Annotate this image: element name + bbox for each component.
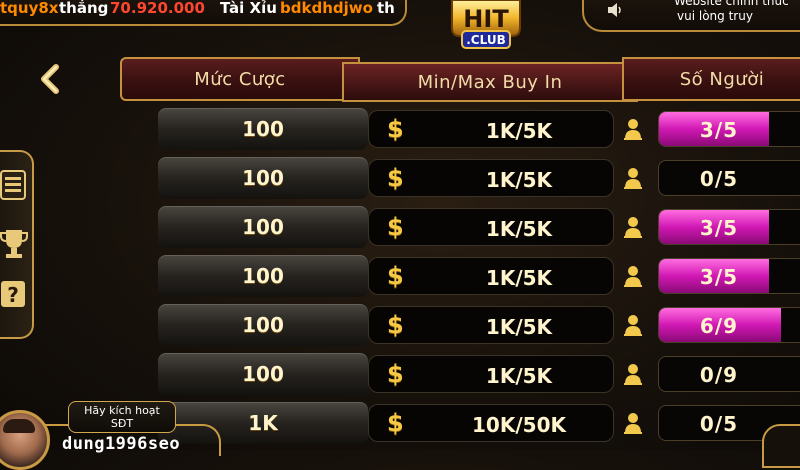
avatar[interactable] — [0, 410, 50, 470]
table-row[interactable]: 100 $ 1K/5K 6/9 — [158, 304, 800, 346]
ticker-trail: th — [377, 0, 395, 17]
players-cell: 0/9 — [658, 356, 800, 392]
header-bet-label: Mức Cược — [194, 68, 286, 90]
bet-level-cell: 100 — [158, 206, 368, 248]
buyin-cell: $ 1K/5K — [368, 159, 614, 197]
activate-line-2: SĐT — [110, 417, 134, 430]
person-icon — [624, 119, 642, 140]
winners-ticker: tquy8x thắng 70.920.000 Tài Xỉu bdkdhdjw… — [0, 0, 407, 26]
bet-level-cell: 100 — [158, 255, 368, 297]
ticker-won-label: thắng — [59, 0, 109, 17]
speaker-icon[interactable] — [606, 2, 624, 18]
header-players: Số Người — [622, 57, 800, 101]
table-row[interactable]: 1K $ 10K/50K 0/5 — [158, 402, 800, 444]
person-icon — [624, 168, 642, 189]
activate-phone-button[interactable]: Hãy kích hoạt SĐT — [68, 401, 176, 433]
players-cell: 3/5 — [658, 111, 800, 147]
table-row[interactable]: 100 $ 1K/5K 0/5 — [158, 157, 800, 199]
buyin-value: 1K/5K — [485, 119, 553, 143]
buyin-value: 1K/5K — [485, 364, 553, 388]
players-count: 3/5 — [699, 216, 739, 240]
dollar-icon: $ — [387, 360, 404, 388]
activate-line-1: Hãy kích hoạt — [84, 404, 160, 417]
players-cell: 0/5 — [658, 160, 800, 196]
dollar-icon: $ — [387, 213, 404, 241]
players-count: 3/5 — [699, 118, 739, 142]
buyin-cell: $ 1K/5K — [368, 355, 614, 393]
buyin-cell: $ 10K/50K — [368, 404, 614, 442]
header-buyin: Min/Max Buy In — [342, 62, 638, 102]
dollar-icon: $ — [387, 164, 404, 192]
back-chevron-icon[interactable] — [36, 64, 64, 94]
header-bet-level: Mức Cược — [120, 57, 360, 101]
buyin-value: 10K/50K — [472, 413, 566, 437]
buyin-cell: $ 1K/5K — [368, 110, 614, 148]
dollar-icon: $ — [387, 115, 404, 143]
document-list-icon[interactable] — [0, 170, 26, 200]
announcement-line-2: vui lòng truy — [677, 9, 753, 23]
buyin-value: 1K/5K — [485, 168, 553, 192]
person-icon — [624, 413, 642, 434]
table-row[interactable]: 100 $ 1K/5K 3/5 — [158, 108, 800, 150]
ticker-user-2: bdkdhdjwo — [280, 0, 373, 17]
hitclub-logo: HIT .CLUB — [451, 0, 521, 49]
side-menu: ? — [0, 150, 34, 339]
bet-level-cell: 100 — [158, 304, 368, 346]
announcement-line-1: Website chính thức — [674, 0, 789, 8]
dollar-icon: $ — [387, 262, 404, 290]
buyin-value: 1K/5K — [485, 315, 553, 339]
bottom-right-panel[interactable] — [762, 424, 800, 468]
players-cell: 6/9 — [658, 307, 800, 343]
header-buyin-label: Min/Max Buy In — [417, 71, 563, 93]
table-row[interactable]: 100 $ 1K/5K 3/5 — [158, 255, 800, 297]
svg-text:?: ? — [7, 283, 19, 307]
players-cell: 3/5 — [658, 209, 800, 245]
players-count: 6/9 — [699, 314, 739, 338]
players-cell: 3/5 — [658, 258, 800, 294]
dollar-icon: $ — [387, 409, 404, 437]
buyin-value: 1K/5K — [485, 266, 553, 290]
players-count: 0/5 — [699, 412, 739, 436]
players-count: 3/5 — [699, 265, 739, 289]
bet-level-cell: 100 — [158, 108, 368, 150]
dollar-icon: $ — [387, 311, 404, 339]
players-count: 0/5 — [699, 167, 739, 191]
players-count: 0/9 — [699, 363, 739, 387]
buyin-cell: $ 1K/5K — [368, 257, 614, 295]
logo-club-text: .CLUB — [466, 33, 505, 47]
help-icon[interactable]: ? — [0, 280, 26, 308]
username: dung1996seo — [62, 434, 181, 454]
header-players-label: Số Người — [679, 68, 765, 90]
buyin-cell: $ 1K/5K — [368, 306, 614, 344]
ticker-amount: 70.920.000 — [110, 0, 205, 17]
bet-level-cell: 100 — [158, 157, 368, 199]
person-icon — [624, 315, 642, 336]
logo-hit-text: HIT — [463, 5, 509, 33]
person-icon — [624, 266, 642, 287]
buyin-value: 1K/5K — [485, 217, 553, 241]
person-icon — [624, 217, 642, 238]
person-icon — [624, 364, 642, 385]
ticker-user: tquy8x — [0, 0, 59, 17]
trophy-icon[interactable] — [0, 228, 28, 260]
bet-level-cell: 100 — [158, 353, 368, 395]
table-row[interactable]: 100 $ 1K/5K 0/9 — [158, 353, 800, 395]
table-row[interactable]: 100 $ 1K/5K 3/5 — [158, 206, 800, 248]
ticker-game: Tài Xỉu — [220, 0, 277, 17]
announcement-bar: Website chính thức vui lòng truy — [582, 0, 800, 32]
buyin-cell: $ 1K/5K — [368, 208, 614, 246]
